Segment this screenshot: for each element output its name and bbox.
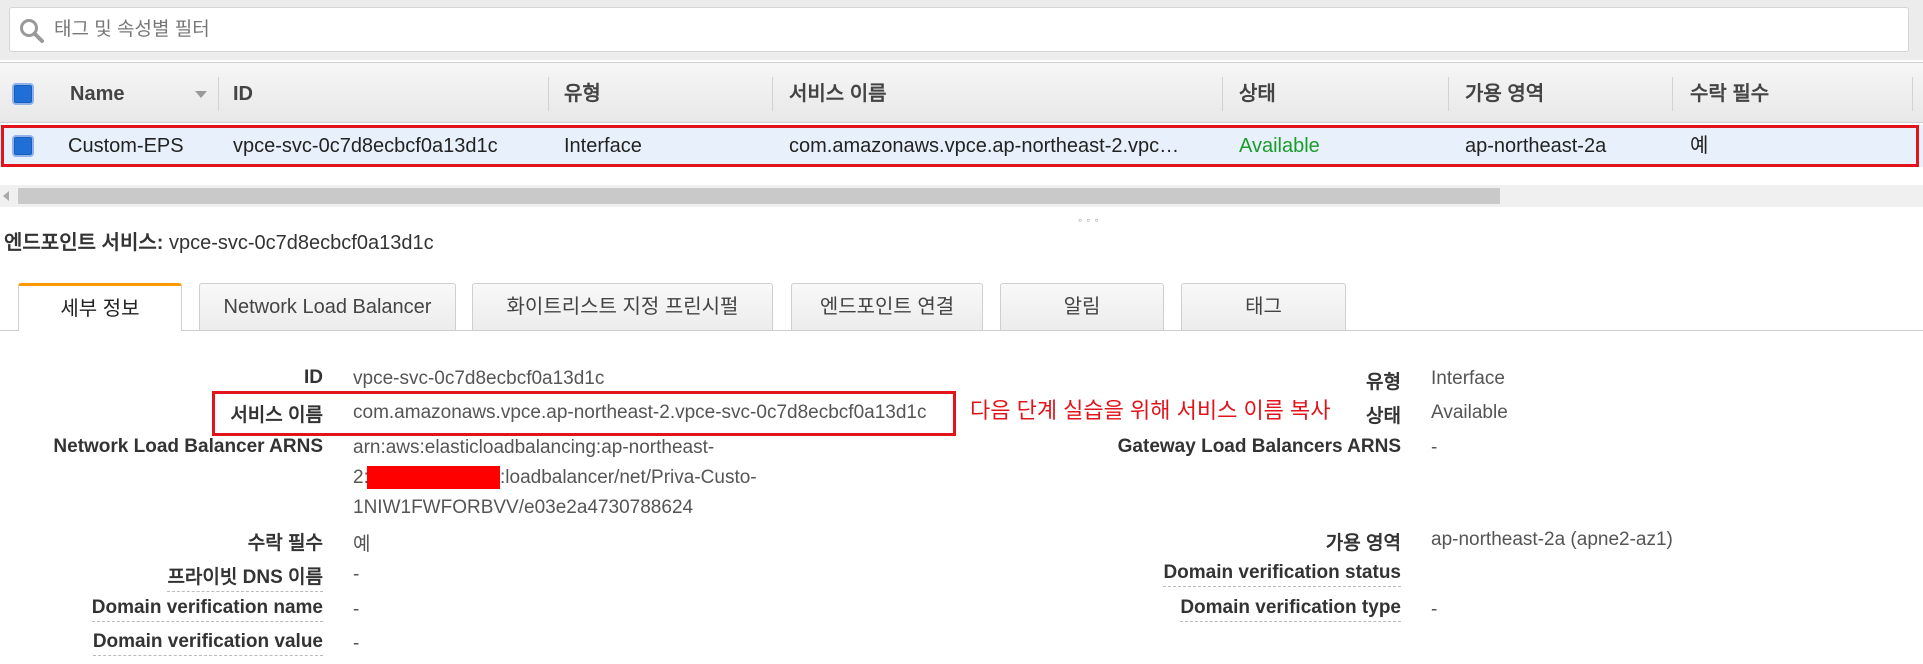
filter-bar (0, 0, 1923, 60)
annotation-highlight-box (212, 391, 956, 436)
column-header-acceptance[interactable]: 수락 필수 (1690, 63, 1769, 124)
column-header-id[interactable]: ID (233, 63, 253, 124)
detail-value-domain-verification-name: - (353, 599, 360, 620)
column-separator[interactable] (1912, 77, 1913, 111)
detail-value-domain-verification-value: - (353, 633, 360, 654)
filter-input[interactable] (54, 8, 1854, 51)
filter-box[interactable] (9, 7, 1909, 52)
detail-label-type: 유형 (1366, 372, 1401, 393)
detail-label-private-dns: 프라이빗 DNS 이름 (167, 562, 323, 592)
detail-title-value: vpce-svc-0c7d8ecbcf0a13d1c (168, 232, 434, 254)
tab-endpoint-connections[interactable]: 엔드포인트 연결 (791, 283, 983, 330)
sort-caret-icon[interactable] (195, 91, 207, 98)
detail-value-id: vpce-svc-0c7d8ecbcf0a13d1c (353, 368, 605, 389)
detail-value-nlb-arn-line1: arn:aws:elasticloadbalancing:ap-northeas… (353, 437, 715, 458)
detail-label-state: 상태 (1366, 406, 1401, 427)
detail-label-domain-verification-status: Domain verification status (1163, 562, 1401, 587)
detail-value-domain-verification-type: - (1431, 599, 1438, 620)
detail-label-az: 가용 영역 (1325, 533, 1401, 554)
tab-tags[interactable]: 태그 (1181, 283, 1346, 330)
column-header-az[interactable]: 가용 영역 (1465, 63, 1544, 124)
search-icon (20, 19, 44, 43)
detail-title: 엔드포인트 서비스: vpce-svc-0c7d8ecbcf0a13d1c (4, 226, 434, 255)
column-header-state[interactable]: 상태 (1239, 63, 1276, 124)
panel-resize-handle[interactable]: ◦◦◦ (1078, 213, 1103, 227)
horizontal-scrollbar[interactable] (0, 185, 1923, 207)
redaction-box (367, 466, 500, 489)
column-separator[interactable] (772, 77, 773, 111)
detail-value-nlb-arn-line2-suffix: :loadbalancer/net/Priva-Custo- (500, 467, 757, 488)
column-separator[interactable] (1222, 77, 1223, 111)
detail-label-gwlb-arns: Gateway Load Balancers ARNS (1117, 436, 1401, 457)
row-highlight-box (1, 125, 1919, 167)
scrollbar-thumb[interactable] (18, 188, 1500, 204)
column-separator[interactable] (1448, 77, 1449, 111)
tab-network-load-balancer[interactable]: Network Load Balancer (199, 283, 456, 330)
select-all-checkbox[interactable] (12, 83, 34, 105)
table-header: Name ID 유형 서비스 이름 상태 가용 영역 수락 필수 (0, 62, 1923, 123)
detail-value-az: ap-northeast-2a (apne2-az1) (1431, 529, 1673, 550)
detail-value-state: Available (1431, 402, 1508, 423)
detail-value-private-dns: - (353, 564, 360, 585)
detail-value-type: Interface (1431, 368, 1505, 389)
column-header-service-name[interactable]: 서비스 이름 (789, 63, 887, 124)
detail-label-domain-verification-name: Domain verification name (91, 597, 323, 622)
detail-title-label: 엔드포인트 서비스: (4, 232, 164, 254)
detail-label-domain-verification-type: Domain verification type (1180, 597, 1401, 622)
detail-label-nlb-arns: Network Load Balancer ARNS (53, 436, 323, 457)
detail-label-domain-verification-value: Domain verification value (92, 631, 323, 656)
detail-value-gwlb-arns: - (1431, 437, 1438, 458)
detail-label-id: ID (304, 367, 323, 388)
column-header-type[interactable]: 유형 (564, 63, 601, 124)
detail-value-acceptance: 예 (353, 534, 371, 555)
tab-whitelisted-principals[interactable]: 화이트리스트 지정 프린시펄 (472, 283, 773, 330)
scroll-left-arrow-icon[interactable] (3, 191, 9, 201)
tab-notifications[interactable]: 알림 (1000, 283, 1164, 330)
detail-value-nlb-arn-line3: 1NIW1FWFORBVV/e03e2a4730788624 (353, 497, 694, 518)
tab-details[interactable]: 세부 정보 (18, 283, 182, 331)
column-separator[interactable] (218, 77, 219, 111)
annotation-text: 다음 단계 실습을 위해 서비스 이름 복사 (970, 398, 1331, 423)
column-separator[interactable] (548, 77, 549, 111)
detail-label-acceptance: 수락 필수 (247, 533, 323, 554)
tabs-divider (0, 330, 1923, 331)
column-separator[interactable] (1672, 77, 1673, 111)
column-header-name[interactable]: Name (70, 63, 124, 124)
